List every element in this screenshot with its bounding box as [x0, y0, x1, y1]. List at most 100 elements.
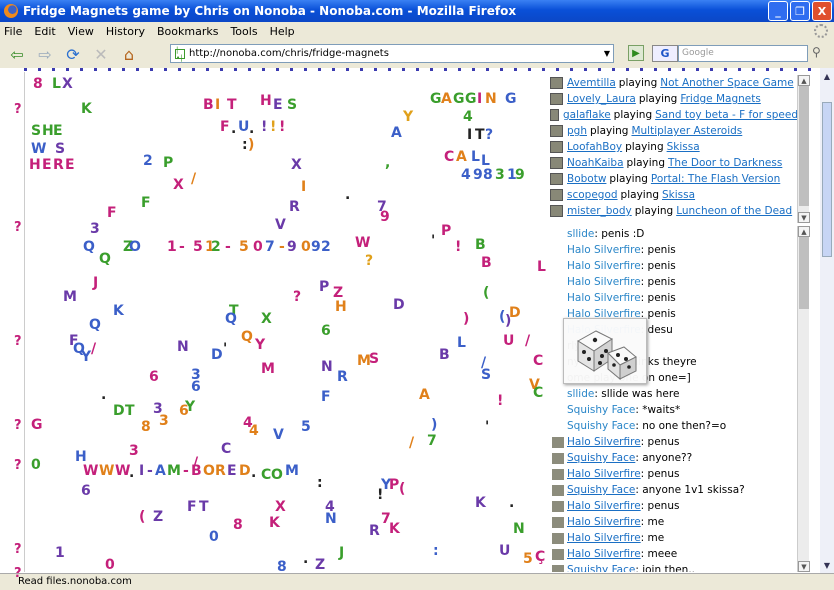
letter-magnet[interactable]: / — [525, 334, 530, 348]
letter-magnet[interactable]: C — [221, 442, 231, 456]
scroll-down-arrow-icon[interactable]: ▼ — [798, 212, 810, 223]
letter-magnet[interactable]: M — [261, 362, 275, 376]
letter-magnet[interactable]: S — [369, 352, 379, 366]
letter-magnet[interactable]: C — [261, 468, 271, 482]
letter-magnet[interactable]: W — [99, 464, 114, 478]
letter-magnet[interactable]: . — [303, 552, 308, 566]
letter-magnet[interactable]: H — [29, 158, 41, 172]
letter-magnet[interactable]: F — [107, 206, 117, 220]
letter-magnet[interactable]: 4 — [463, 110, 473, 124]
menu-history[interactable]: History — [106, 25, 145, 38]
player-name-link[interactable]: LoofahBoy — [567, 141, 622, 153]
chat-username[interactable]: Squishy Face — [567, 564, 635, 572]
letter-magnet[interactable]: - — [225, 240, 231, 254]
letter-magnet[interactable]: X — [261, 312, 272, 326]
letter-magnet[interactable]: ) — [431, 418, 437, 432]
letter-magnet[interactable]: M — [167, 464, 181, 478]
letter-magnet[interactable]: Q — [89, 318, 101, 332]
letter-magnet[interactable]: A — [391, 126, 402, 140]
menu-help[interactable]: Help — [270, 25, 295, 38]
letter-magnet[interactable]: 9 — [515, 168, 525, 182]
letter-magnet[interactable]: Q — [99, 252, 111, 266]
letter-magnet[interactable]: N — [177, 340, 189, 354]
letter-magnet[interactable]: H — [260, 94, 272, 108]
letter-magnet[interactable]: B — [475, 238, 486, 252]
letter-magnet[interactable]: D — [393, 298, 405, 312]
letter-magnet[interactable]: A — [155, 464, 166, 478]
letter-magnet[interactable]: T — [199, 500, 209, 514]
letter-magnet[interactable]: 3 — [90, 222, 100, 236]
letter-magnet[interactable]: 3 — [159, 414, 169, 428]
letter-magnet[interactable]: A — [456, 150, 467, 164]
letter-magnet[interactable]: . — [101, 388, 106, 402]
letter-magnet[interactable]: Y — [403, 110, 413, 124]
game-link[interactable]: Multiplayer Asteroids — [631, 125, 742, 137]
letter-magnet[interactable]: 3 — [129, 444, 139, 458]
dice-icon[interactable] — [563, 318, 647, 384]
menu-file[interactable]: File — [4, 25, 22, 38]
go-button[interactable]: ▶ — [628, 45, 644, 61]
letter-magnet[interactable]: V — [273, 428, 284, 442]
letter-magnet[interactable]: I — [139, 464, 144, 478]
letter-magnet[interactable]: Q — [241, 330, 253, 344]
letter-magnet[interactable]: 4 — [461, 168, 471, 182]
letter-magnet[interactable]: 0 — [105, 558, 115, 572]
letter-magnet[interactable]: G — [505, 92, 517, 106]
letter-magnet[interactable]: 3 — [495, 168, 505, 182]
letter-magnet[interactable]: X — [62, 77, 73, 91]
letter-magnet[interactable]: K — [81, 102, 92, 116]
letter-magnet[interactable]: G — [31, 418, 43, 432]
letter-magnet[interactable]: E — [53, 124, 63, 138]
letter-magnet[interactable]: Z — [333, 286, 343, 300]
stop-button[interactable]: ✕ — [90, 43, 112, 65]
letter-magnet[interactable]: T — [227, 98, 237, 112]
player-name-link[interactable]: mister_body — [567, 205, 632, 217]
letter-magnet[interactable]: S — [31, 124, 41, 138]
player-name-link[interactable]: NoahKaiba — [567, 157, 624, 169]
letter-magnet[interactable]: B — [203, 98, 214, 112]
letter-magnet[interactable]: 0 — [301, 240, 311, 254]
letter-magnet[interactable]: K — [269, 516, 280, 530]
letter-magnet[interactable]: ) — [463, 312, 469, 326]
home-button[interactable]: ⌂ — [118, 43, 140, 65]
chat-username[interactable]: Halo Silverfire — [567, 516, 641, 528]
letter-magnet[interactable]: 9 — [311, 240, 321, 254]
letter-magnet[interactable]: Y — [255, 338, 265, 352]
letter-magnet[interactable]: 5 — [239, 240, 249, 254]
game-link[interactable]: Skissa — [667, 141, 700, 153]
letter-magnet[interactable]: A — [441, 92, 452, 106]
page-scroll-up-icon[interactable]: ▲ — [821, 70, 833, 82]
letter-magnet[interactable]: C — [444, 150, 454, 164]
letter-magnet[interactable]: ( — [399, 482, 405, 496]
letter-magnet[interactable]: H — [42, 124, 54, 138]
letter-magnet[interactable]: I — [301, 180, 306, 194]
letter-magnet[interactable]: I — [467, 128, 472, 142]
page-scroll-thumb[interactable] — [822, 102, 832, 257]
letter-magnet[interactable]: 9 — [380, 210, 390, 224]
letter-magnet[interactable]: 6 — [191, 380, 201, 394]
player-name-link[interactable]: Bobotw — [567, 173, 606, 185]
letter-magnet[interactable]: / — [191, 172, 196, 186]
letter-magnet[interactable]: . — [251, 466, 256, 480]
letter-magnet[interactable]: 6 — [81, 484, 91, 498]
letter-magnet[interactable]: D — [239, 464, 251, 478]
chat-username[interactable]: Halo Silverfire — [567, 500, 641, 512]
letter-magnet[interactable]: C — [533, 386, 543, 400]
letter-magnet[interactable]: F — [141, 196, 151, 210]
menu-bookmarks[interactable]: Bookmarks — [157, 25, 218, 38]
letter-magnet[interactable]: N — [513, 522, 525, 536]
menu-view[interactable]: View — [68, 25, 94, 38]
letter-magnet[interactable]: 8 — [233, 518, 243, 532]
letter-magnet[interactable]: R — [289, 200, 300, 214]
scroll-thumb[interactable] — [799, 237, 809, 309]
letter-magnet[interactable]: - — [183, 464, 189, 478]
letter-magnet[interactable]: X — [275, 500, 286, 514]
letter-magnet[interactable]: W — [355, 236, 370, 250]
letter-magnet[interactable]: I — [477, 92, 482, 106]
letter-magnet[interactable]: K — [475, 496, 486, 510]
letter-magnet[interactable]: E — [42, 158, 52, 172]
letter-magnet[interactable]: B — [439, 348, 450, 362]
close-button[interactable]: X — [812, 1, 832, 21]
scroll-up-arrow-icon[interactable]: ▲ — [798, 226, 810, 237]
letter-magnet[interactable]: ? — [365, 254, 373, 268]
